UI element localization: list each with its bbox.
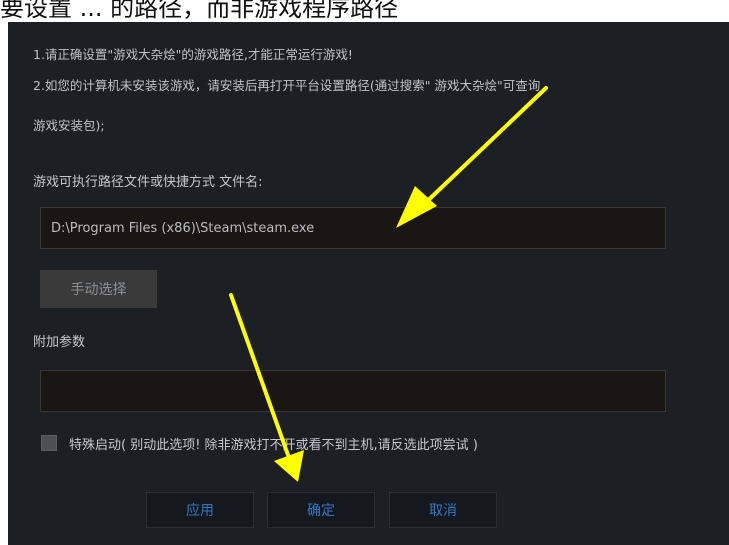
notice-line-3: 游戏安装包); (33, 118, 105, 133)
notice-line-2: 2.如您的计算机未安装该游戏，请安装后再打开平台设置路径(通过搜索" 游戏大杂烩… (33, 78, 541, 93)
apply-button[interactable]: 应用 (146, 492, 254, 528)
manual-select-button[interactable]: 手动选择 (40, 270, 157, 308)
caption-fragment: 要设置 ... 的路径，而非游戏程序路径 (0, 0, 729, 22)
game-path-dialog: 1.请正确设置"游戏大杂烩"的游戏路径,才能正常运行游戏! 2.如您的计算机未安… (8, 22, 729, 545)
exe-path-field[interactable] (40, 207, 666, 249)
exe-path-label: 游戏可执行路径文件或快捷方式 文件名: (33, 175, 263, 190)
extra-params-field[interactable] (40, 370, 666, 412)
caption-text: 要设置 ... 的路径，而非游戏程序路径 (0, 0, 399, 22)
special-launch-label: 特殊启动( 别动此选项! 除非游戏打不开或看不到主机,请反选此项尝试 ) (69, 438, 478, 453)
notice-line-1: 1.请正确设置"游戏大杂烩"的游戏路径,才能正常运行游戏! (33, 47, 353, 62)
exe-path-input[interactable] (41, 208, 665, 248)
special-launch-checkbox[interactable] (41, 435, 57, 451)
cancel-button[interactable]: 取消 (389, 492, 497, 528)
extra-params-input[interactable] (41, 371, 665, 411)
ok-button[interactable]: 确定 (267, 492, 375, 528)
extra-params-label: 附加参数 (33, 335, 86, 350)
